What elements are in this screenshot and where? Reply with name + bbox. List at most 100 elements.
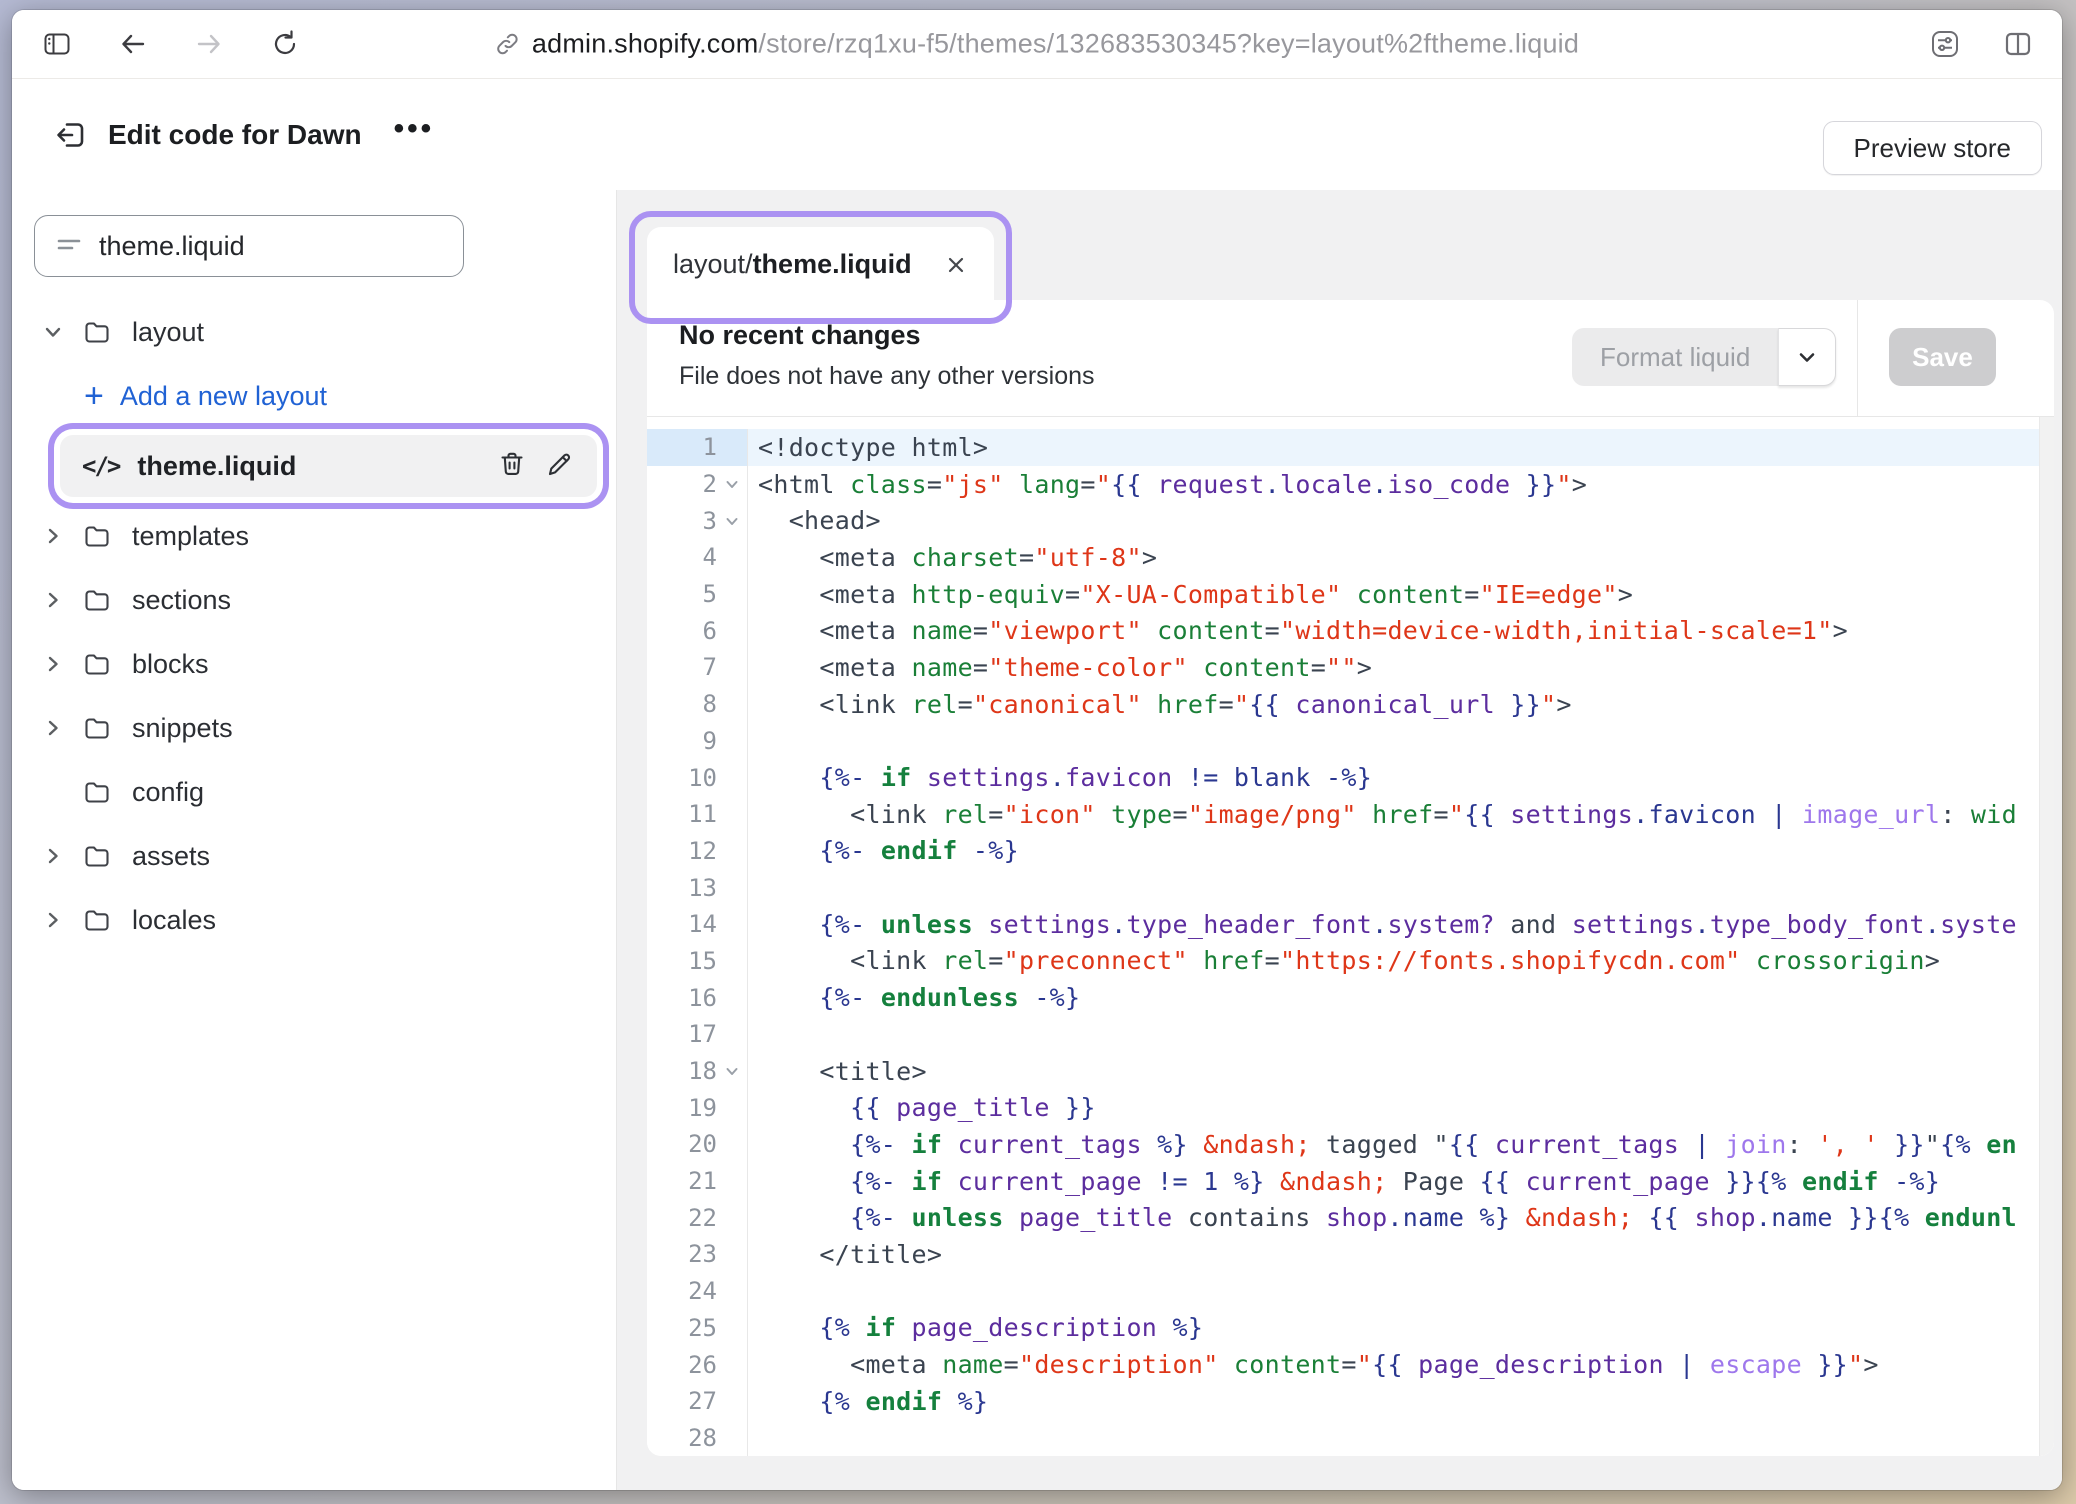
fold-arrow-icon[interactable]	[717, 502, 747, 539]
fold-spacer	[717, 576, 747, 613]
more-actions-button[interactable]: •••	[394, 124, 435, 146]
sidebar-item-templates[interactable]: templates	[12, 504, 616, 568]
chevron-down-icon	[1795, 345, 1819, 369]
fold-spacer	[717, 649, 747, 686]
code-line[interactable]: 23 </title>	[647, 1236, 2054, 1273]
code-line[interactable]: 8 <link rel="canonical" href="{{ canonic…	[647, 686, 2054, 723]
browser-settings-icon[interactable]	[1928, 27, 1962, 61]
chevron-right-icon[interactable]	[42, 845, 64, 867]
fold-spacer	[717, 759, 747, 796]
chevron-down-icon[interactable]	[42, 321, 64, 343]
code-line[interactable]: 3 <head>	[647, 502, 2054, 539]
rename-file-icon[interactable]	[545, 449, 575, 484]
code-line[interactable]: 7 <meta name="theme-color" content="">	[647, 649, 2054, 686]
tab-file-name: theme.liquid	[753, 249, 912, 279]
code-line[interactable]: 18 <title>	[647, 1053, 2054, 1090]
code-line[interactable]: 25 {% if page_description %}	[647, 1310, 2054, 1347]
code-line[interactable]: 20 {%- if current_tags %} &ndash; tagged…	[647, 1126, 2054, 1163]
sidebar-item-add-a-new-layout[interactable]: +Add a new layout	[12, 364, 616, 428]
code-line[interactable]: 6 <meta name="viewport" content="width=d…	[647, 612, 2054, 649]
fold-spacer	[717, 1163, 747, 1200]
back-icon[interactable]	[118, 29, 148, 59]
tab-layout-theme-liquid[interactable]: layout/theme.liquid	[647, 227, 994, 302]
code-line[interactable]: 2<html class="js" lang="{{ request.local…	[647, 466, 2054, 503]
code-line[interactable]: 16 {%- endunless -%}	[647, 979, 2054, 1016]
folder-icon	[82, 585, 112, 615]
code-line[interactable]: 1<!doctype html>	[647, 429, 2054, 466]
fold-arrow-icon[interactable]	[717, 1053, 747, 1090]
line-number: 2	[647, 466, 717, 503]
sidebar-item-assets[interactable]: assets	[12, 824, 616, 888]
folder-label: layout	[132, 317, 204, 348]
forward-icon[interactable]	[194, 29, 224, 59]
code-line[interactable]: 27 {% endif %}	[647, 1383, 2054, 1420]
code-line[interactable]: 9	[647, 723, 2054, 760]
fold-spacer	[717, 539, 747, 576]
format-liquid-label[interactable]: Format liquid	[1572, 328, 1778, 386]
chevron-right-icon[interactable]	[42, 717, 64, 739]
sidebar-item-locales[interactable]: locales	[12, 888, 616, 952]
search-value: theme.liquid	[99, 231, 245, 262]
format-liquid-button[interactable]: Format liquid	[1572, 328, 1836, 386]
code-line[interactable]: 22 {%- unless page_title contains shop.n…	[647, 1199, 2054, 1236]
file-tree: layout +Add a new layout </>theme.liquid te…	[12, 300, 616, 952]
line-number: 10	[647, 759, 717, 796]
sidebar-item-config[interactable]: config	[12, 760, 616, 824]
code-line-content: </title>	[748, 1240, 2054, 1269]
chevron-right-icon[interactable]	[42, 909, 64, 931]
code-line[interactable]: 11 <link rel="icon" type="image/png" hre…	[647, 796, 2054, 833]
fold-spacer	[717, 686, 747, 723]
sidebar-item-snippets[interactable]: snippets	[12, 696, 616, 760]
code-line[interactable]: 15 <link rel="preconnect" href="https://…	[647, 943, 2054, 980]
code-line[interactable]: 4 <meta charset="utf-8">	[647, 539, 2054, 576]
folder-label: assets	[132, 841, 210, 872]
code-line[interactable]: 26 <meta name="description" content="{{ …	[647, 1346, 2054, 1383]
split-view-icon[interactable]	[2002, 28, 2034, 60]
sidebar-item-theme-liquid[interactable]: </>theme.liquid	[12, 428, 616, 504]
code-line-content: {%- endif -%}	[748, 836, 2054, 865]
address-bar[interactable]: admin.shopify.com/store/rzq1xu-f5/themes…	[495, 29, 1579, 60]
format-dropdown-button[interactable]	[1778, 328, 1836, 386]
selected-file-pill[interactable]: </>theme.liquid	[60, 435, 597, 497]
delete-file-icon[interactable]	[497, 449, 527, 484]
code-line[interactable]: 28	[647, 1420, 2054, 1456]
tab-close-icon[interactable]	[944, 253, 968, 277]
line-number: 26	[647, 1346, 717, 1383]
editor-scrollbar[interactable]	[2039, 417, 2054, 1456]
preview-store-button[interactable]: Preview store	[1823, 121, 2043, 175]
version-subtitle: File does not have any other versions	[679, 362, 1095, 391]
folder-icon	[82, 713, 112, 743]
app-header: Edit code for Dawn ••• Preview store	[12, 79, 2062, 190]
fold-spacer	[717, 833, 747, 870]
fold-spacer	[717, 1273, 747, 1310]
exit-editor-icon[interactable]	[54, 118, 88, 152]
code-line-content: {%- if settings.favicon != blank -%}	[748, 763, 2054, 792]
line-number: 11	[647, 796, 717, 833]
code-line[interactable]: 14 {%- unless settings.type_header_font.…	[647, 906, 2054, 943]
code-line[interactable]: 19 {{ page_title }}	[647, 1089, 2054, 1126]
file-search-input[interactable]: theme.liquid	[34, 215, 464, 277]
code-line[interactable]: 10 {%- if settings.favicon != blank -%}	[647, 759, 2054, 796]
chevron-right-icon[interactable]	[42, 525, 64, 547]
sidebar-toggle-icon[interactable]	[42, 29, 72, 59]
code-line[interactable]: 17	[647, 1016, 2054, 1053]
code-line-content: <!doctype html>	[748, 433, 2054, 462]
fold-arrow-icon[interactable]	[717, 466, 747, 503]
sidebar-item-blocks[interactable]: blocks	[12, 632, 616, 696]
code-editor[interactable]: 1<!doctype html>2<html class="js" lang="…	[647, 417, 2054, 1456]
code-line[interactable]: 5 <meta http-equiv="X-UA-Compatible" con…	[647, 576, 2054, 613]
chevron-right-icon[interactable]	[42, 653, 64, 675]
line-number: 20	[647, 1126, 717, 1163]
sidebar-item-sections[interactable]: sections	[12, 568, 616, 632]
reload-icon[interactable]	[270, 29, 300, 59]
save-button[interactable]: Save	[1889, 328, 1996, 386]
folder-icon	[82, 777, 112, 807]
version-status: No recent changes	[679, 320, 921, 351]
sidebar-item-layout[interactable]: layout	[12, 300, 616, 364]
code-line[interactable]: 13	[647, 869, 2054, 906]
code-line[interactable]: 12 {%- endif -%}	[647, 833, 2054, 870]
code-line[interactable]: 21 {%- if current_page != 1 %} &ndash; P…	[647, 1163, 2054, 1200]
code-line-content: <meta name="viewport" content="width=dev…	[748, 616, 2054, 645]
code-line[interactable]: 24	[647, 1273, 2054, 1310]
chevron-right-icon[interactable]	[42, 589, 64, 611]
